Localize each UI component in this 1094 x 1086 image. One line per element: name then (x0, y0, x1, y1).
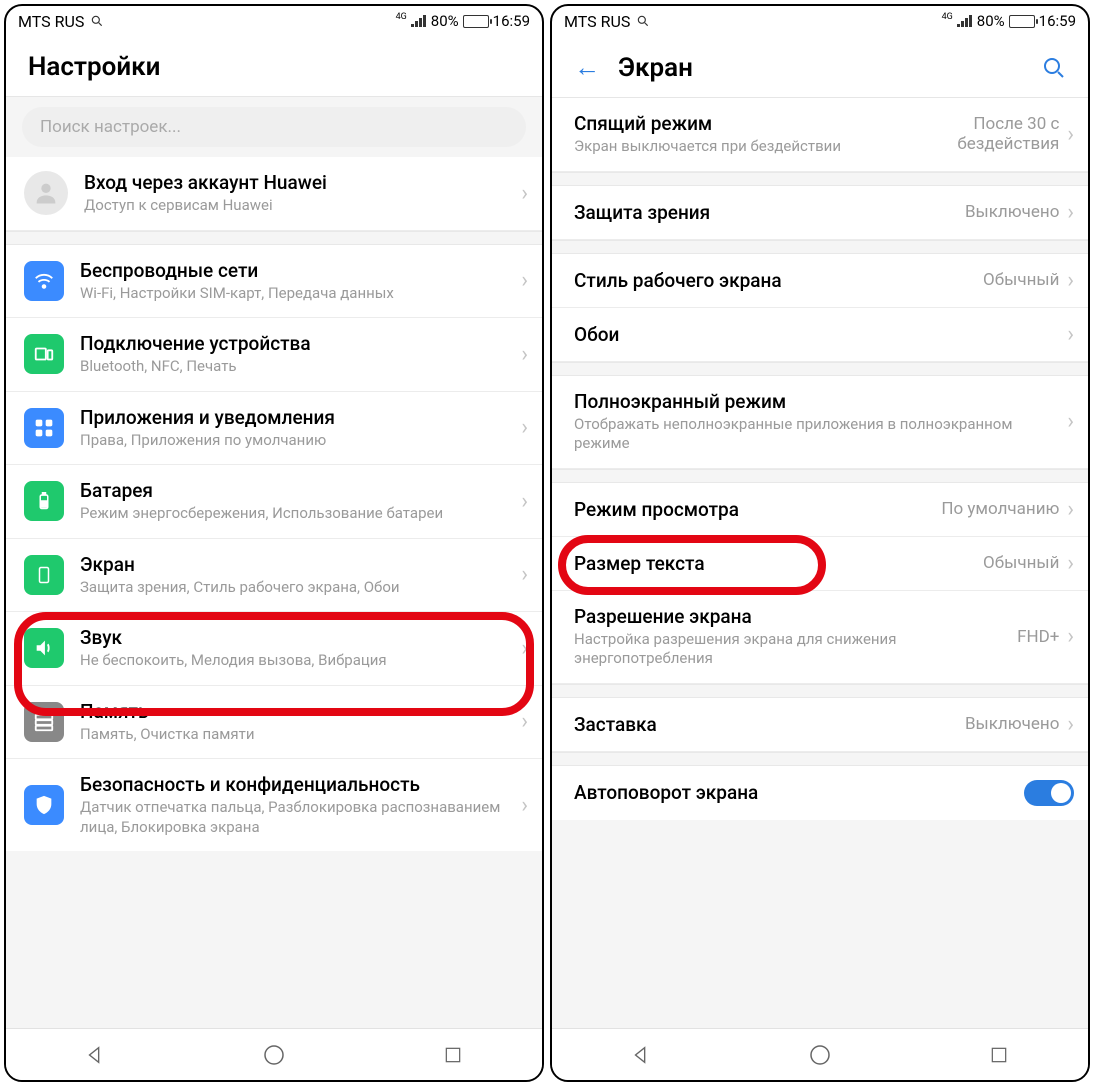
row-fullscreen[interactable]: Полноэкранный режимОтображать неполноэкр… (552, 376, 1088, 469)
row-autorotate[interactable]: Автоповорот экрана (552, 766, 1088, 820)
network-type: 4G (942, 12, 953, 22)
nav-bar (6, 1028, 542, 1080)
battery-pct: 80% (431, 12, 459, 30)
nav-bar (552, 1028, 1088, 1080)
avatar-icon (24, 171, 68, 215)
apps-icon (24, 408, 64, 448)
chevron-right-icon: › (521, 709, 528, 734)
chevron-right-icon: › (1067, 322, 1074, 347)
chevron-right-icon: › (521, 415, 528, 440)
row-resolution[interactable]: Разрешение экранаНастройка разрешения эк… (552, 591, 1088, 684)
settings-row-device[interactable]: Подключение устройстваBluetooth, NFC, Пе… (6, 318, 542, 392)
signal-icon (411, 15, 427, 28)
home-button[interactable] (261, 1042, 287, 1068)
account-sub: Доступ к сервисам Huawei (84, 196, 513, 216)
recent-button[interactable] (986, 1042, 1012, 1068)
phone-right: MTS RUS 4G 80% 16:59 ← Экран Спящий режи… (550, 4, 1090, 1082)
search-input[interactable]: Поиск настроек... (22, 107, 526, 147)
carrier-label: MTS RUS (564, 12, 630, 31)
chevron-right-icon: › (521, 181, 528, 206)
chevron-right-icon: › (1067, 497, 1074, 522)
search-icon[interactable] (1042, 56, 1066, 80)
chevron-right-icon: › (1067, 200, 1074, 225)
account-row[interactable]: Вход через аккаунт Huawei Доступ к серви… (6, 157, 542, 231)
sound-icon (24, 628, 64, 668)
chevron-right-icon: › (521, 489, 528, 514)
settings-row-security[interactable]: Безопасность и конфиденциальностьДатчик … (6, 759, 542, 851)
battery-icon (463, 15, 489, 28)
settings-row-storage[interactable]: ПамятьПамять, Очистка памяти › (6, 686, 542, 760)
clock: 16:59 (493, 12, 530, 30)
wifi-icon (24, 261, 64, 301)
display-content: Спящий режимЭкран выключается при бездей… (552, 98, 1088, 1028)
battery-pct: 80% (977, 12, 1005, 30)
chevron-right-icon: › (1067, 624, 1074, 649)
row-eye-comfort[interactable]: Защита зрения Выключено › (552, 186, 1088, 240)
signal-icon (957, 15, 973, 28)
battery-icon (24, 481, 64, 521)
network-type: 4G (396, 12, 407, 22)
chevron-right-icon: › (1067, 409, 1074, 434)
settings-row-sound[interactable]: ЗвукНе беспокоить, Мелодия вызова, Вибра… (6, 612, 542, 686)
chevron-right-icon: › (1067, 122, 1074, 147)
recent-button[interactable] (440, 1042, 466, 1068)
chevron-right-icon: › (1067, 712, 1074, 737)
statusbar: MTS RUS 4G 80% 16:59 (6, 6, 542, 34)
row-view-mode[interactable]: Режим просмотра По умолчанию › (552, 483, 1088, 537)
device-icon (24, 334, 64, 374)
row-value: После 30 с бездействия (899, 114, 1059, 154)
account-title: Вход через аккаунт Huawei (84, 171, 513, 194)
row-screensaver[interactable]: Заставка Выключено › (552, 698, 1088, 752)
row-sleep[interactable]: Спящий режимЭкран выключается при бездей… (552, 98, 1088, 172)
page-title: Экран (618, 53, 1024, 83)
page-title: Настройки (28, 52, 520, 82)
shield-icon (24, 785, 64, 825)
row-home-style[interactable]: Стиль рабочего экрана Обычный › (552, 254, 1088, 308)
clock: 16:59 (1039, 12, 1076, 30)
home-button[interactable] (807, 1042, 833, 1068)
chevron-right-icon: › (521, 636, 528, 661)
row-text-size[interactable]: Размер текста Обычный › (552, 537, 1088, 591)
settings-row-battery[interactable]: БатареяРежим энергосбережения, Использов… (6, 465, 542, 539)
page-header: Настройки (6, 34, 542, 97)
chevron-right-icon: › (1067, 551, 1074, 576)
toggle-switch[interactable] (1024, 780, 1074, 806)
storage-icon (24, 702, 64, 742)
search-icon (90, 14, 104, 28)
back-arrow-icon[interactable]: ← (574, 52, 600, 83)
chevron-right-icon: › (521, 793, 528, 818)
battery-icon (1009, 15, 1035, 28)
phone-left: MTS RUS 4G 80% 16:59 Настройки Поиск нас… (4, 4, 544, 1082)
carrier-label: MTS RUS (18, 12, 84, 31)
chevron-right-icon: › (521, 342, 528, 367)
search-icon (636, 14, 650, 28)
settings-row-apps[interactable]: Приложения и уведомленияПрава, Приложени… (6, 392, 542, 466)
back-button[interactable] (628, 1042, 654, 1068)
settings-row-display[interactable]: ЭкранЗащита зрения, Стиль рабочего экран… (6, 539, 542, 613)
display-icon (24, 555, 64, 595)
back-button[interactable] (82, 1042, 108, 1068)
statusbar: MTS RUS 4G 80% 16:59 (552, 6, 1088, 34)
settings-content: Поиск настроек... Вход через аккаунт Hua… (6, 97, 542, 1028)
chevron-right-icon: › (1067, 268, 1074, 293)
row-wallpaper[interactable]: Обои › (552, 308, 1088, 362)
chevron-right-icon: › (521, 268, 528, 293)
page-header: ← Экран (552, 34, 1088, 98)
chevron-right-icon: › (521, 562, 528, 587)
settings-row-wireless[interactable]: Беспроводные сетиWi-Fi, Настройки SIM-ка… (6, 245, 542, 319)
